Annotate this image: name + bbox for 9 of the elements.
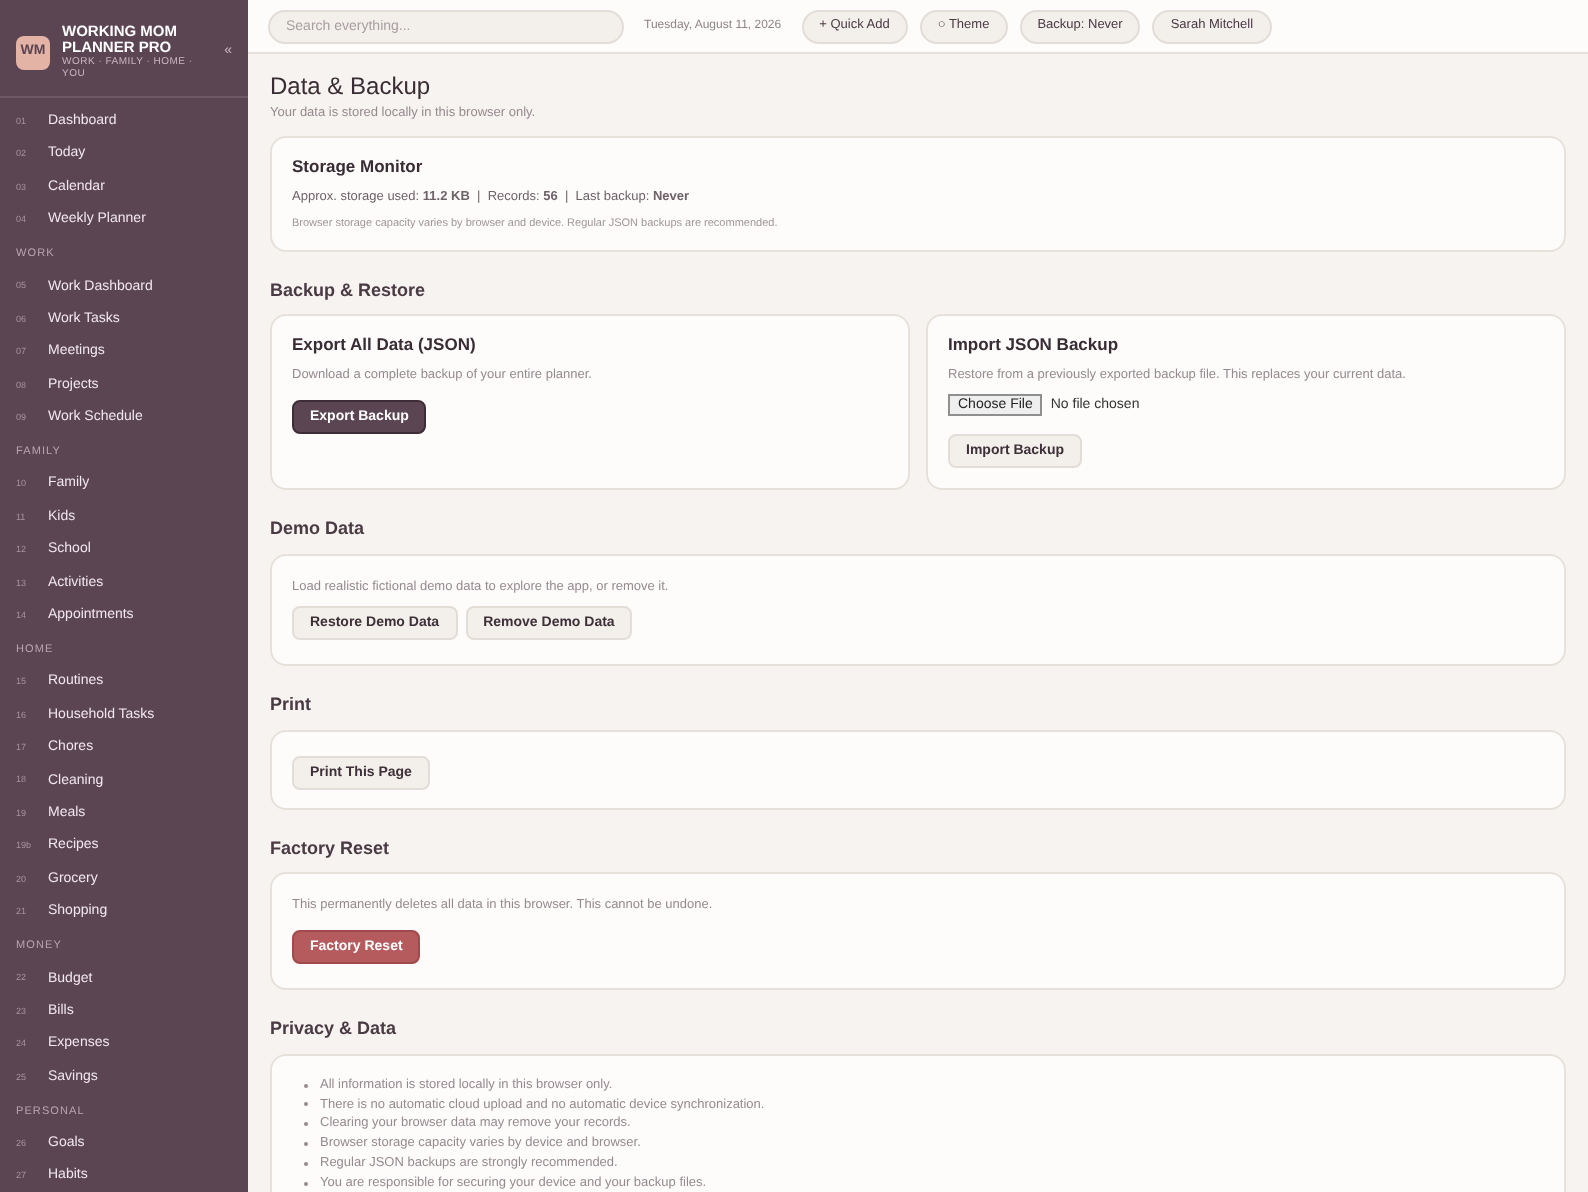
card-title: Export All Data (JSON) xyxy=(292,336,476,356)
card-title: Import JSON Backup xyxy=(948,336,1119,356)
section-heading: Backup & Restore xyxy=(270,279,426,301)
section-heading: Factory Reset xyxy=(270,837,390,858)
section-heading: Demo Data xyxy=(270,518,365,540)
card-title: Storage Monitor xyxy=(292,158,423,179)
section-heading: Print xyxy=(270,694,312,716)
section-heading: Privacy & Data xyxy=(270,1018,397,1040)
page-title: Data & Backup xyxy=(270,74,431,102)
